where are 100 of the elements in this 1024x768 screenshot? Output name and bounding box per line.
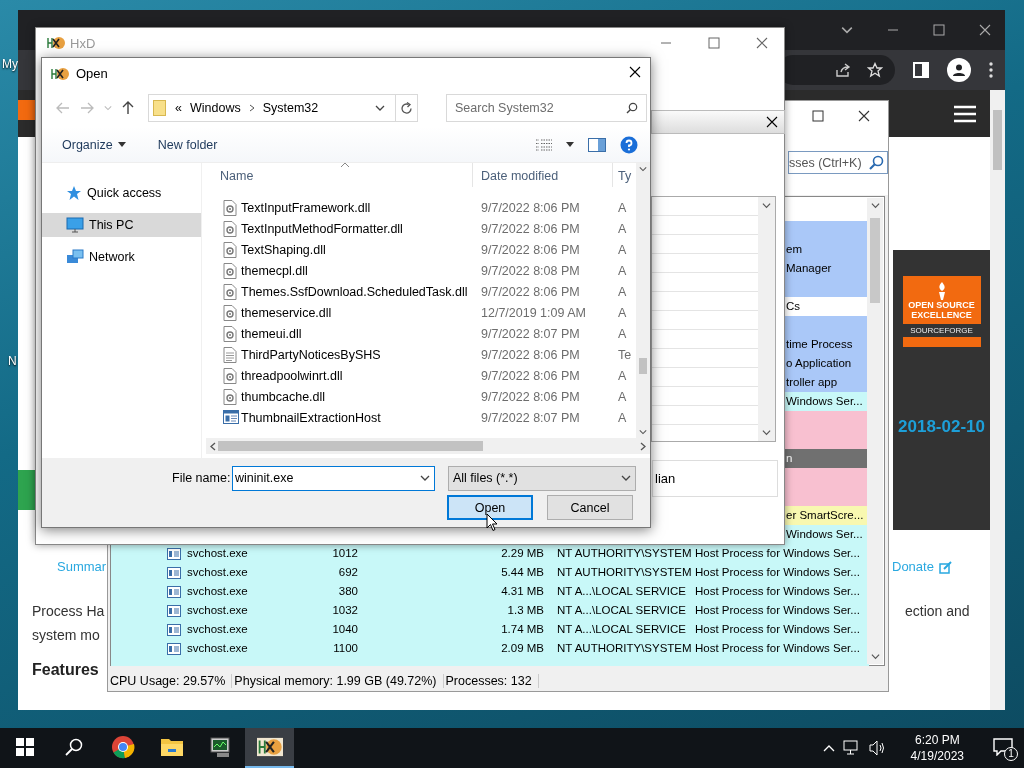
- scroll-up-icon[interactable]: [639, 165, 647, 173]
- scrollbar-thumb[interactable]: [218, 441, 483, 451]
- taskbar-app[interactable]: [245, 728, 294, 768]
- scrollbar-thumb[interactable]: [639, 358, 647, 374]
- column-header[interactable]: Ty: [618, 169, 632, 183]
- process-row[interactable]: Manager: [785, 259, 869, 278]
- file-type-dropdown[interactable]: All files (*.*): [448, 465, 636, 491]
- scrollbar[interactable]: [990, 90, 1005, 710]
- column-header[interactable]: Name: [220, 169, 254, 183]
- toolbar-button[interactable]: New folder: [155, 135, 220, 154]
- process-row[interactable]: svchost.exe 1032 1.3 MB NT A...\LOCAL SERVICE Host Process for Windows Ser...: [111, 601, 869, 620]
- refresh-icon[interactable]: [400, 101, 413, 115]
- file-name-field[interactable]: wininit.exe: [232, 465, 435, 491]
- share-icon[interactable]: [835, 62, 851, 78]
- user-name: NT A...\LOCAL SERVICE: [557, 603, 686, 618]
- maximize-icon[interactable]: [933, 24, 945, 36]
- file-date: 9/7/2022 8:06 PM: [481, 369, 580, 383]
- process-row[interactable]: svchost.exe 692 5.44 MB NT AUTHORITY\SYSTEM Host Process for Windows Ser...: [111, 563, 869, 582]
- history-dropdown-icon[interactable]: [375, 103, 385, 113]
- view-options-icon[interactable]: [536, 138, 552, 151]
- file-row[interactable]: ThumbnailExtractionHost 9/7/2022 8:07 PM A: [206, 408, 635, 429]
- preview-pane-icon[interactable]: [588, 137, 606, 152]
- process-row[interactable]: Windows Ser...: [785, 392, 869, 411]
- file-row[interactable]: ThirdPartyNoticesBySHS 9/7/2022 8:06 PM Te: [206, 345, 635, 366]
- scroll-left-icon[interactable]: [210, 441, 216, 451]
- file-row[interactable]: threadpoolwinrt.dll 9/7/2022 8:06 PM A: [206, 366, 635, 387]
- help-icon[interactable]: [620, 135, 638, 154]
- close-icon[interactable]: [858, 110, 870, 122]
- scroll-up-icon[interactable]: [762, 201, 771, 210]
- dropdown-arrow-icon[interactable]: [566, 142, 574, 147]
- process-row[interactable]: em: [785, 240, 869, 259]
- dll-file-icon: [223, 221, 237, 237]
- maximize-icon[interactable]: [812, 110, 824, 122]
- navigation-item[interactable]: Network: [42, 245, 201, 269]
- file-row[interactable]: thumbcache.dll 9/7/2022 8:06 PM A: [206, 387, 635, 408]
- close-icon[interactable]: [766, 116, 778, 128]
- close-icon[interactable]: [979, 24, 991, 36]
- text-file-icon: [223, 347, 237, 363]
- search-field[interactable]: Search System32: [446, 94, 647, 122]
- volume-icon[interactable]: [868, 740, 887, 756]
- desktop-icon-label[interactable]: My: [2, 57, 18, 71]
- file-type: A: [618, 264, 627, 278]
- path-segment[interactable]: Windows: [189, 101, 241, 115]
- byte-order-field[interactable]: lian: [652, 460, 778, 497]
- file-row[interactable]: themeui.dll 9/7/2022 8:07 PM A: [206, 324, 635, 345]
- chevron-up-icon[interactable]: [822, 744, 835, 752]
- address-bar[interactable]: « Windows System32: [148, 94, 418, 122]
- path-overflow[interactable]: «: [175, 101, 182, 115]
- scroll-down-icon[interactable]: [870, 652, 880, 661]
- column-header[interactable]: Date modified: [481, 169, 559, 183]
- star-icon[interactable]: [867, 62, 883, 78]
- scroll-down-icon[interactable]: [639, 428, 647, 436]
- process-row[interactable]: svchost.exe 380 4.31 MB NT A...\LOCAL SERVICE Host Process for Windows Ser...: [111, 582, 869, 601]
- path-segment[interactable]: System32: [262, 101, 319, 115]
- process-row[interactable]: time Process: [785, 335, 869, 354]
- scroll-down-icon[interactable]: [762, 428, 771, 437]
- file-name: themecpl.dll: [241, 264, 308, 278]
- process-row[interactable]: n: [785, 449, 869, 468]
- search-field[interactable]: sses (Ctrl+K): [788, 151, 888, 174]
- up-arrow-icon[interactable]: [122, 101, 134, 115]
- navigation-item[interactable]: This PC: [42, 213, 201, 237]
- clock[interactable]: 6:20 PM 4/19/2023: [904, 731, 970, 765]
- file-row[interactable]: TextShaping.dll 9/7/2022 8:06 PM A: [206, 240, 635, 261]
- more-menu-icon[interactable]: [989, 62, 993, 78]
- dialog-button[interactable]: Cancel: [547, 495, 633, 520]
- file-row[interactable]: themeservice.dll 12/7/2019 1:09 AM A: [206, 303, 635, 324]
- network-icon[interactable]: [842, 740, 861, 756]
- file-name: Themes.SsfDownload.ScheduledTask.dll: [241, 285, 468, 299]
- network-icon: [66, 249, 84, 265]
- toolbar-button[interactable]: Organize: [60, 135, 128, 154]
- process-row[interactable]: svchost.exe 1040 1.74 MB NT A...\LOCAL SERVICE Host Process for Windows Ser...: [111, 620, 869, 639]
- scrollbar[interactable]: [206, 438, 650, 454]
- process-row[interactable]: svchost.exe 1012 2.29 MB NT AUTHORITY\SYSTEM Host Process for Windows Ser...: [111, 544, 869, 563]
- file-row[interactable]: Themes.SsfDownload.ScheduledTask.dll 9/7/2022 8:06 PM A: [206, 282, 635, 303]
- process-name: svchost.exe: [187, 584, 248, 599]
- scrollbar[interactable]: [867, 198, 883, 664]
- process-icon: [167, 548, 181, 560]
- process-row[interactable]: Windows Ser...: [785, 525, 869, 544]
- menu-icon[interactable]: [954, 104, 976, 123]
- edit-icon[interactable]: [939, 561, 952, 574]
- process-row[interactable]: troller app: [785, 373, 869, 392]
- file-row[interactable]: themecpl.dll 9/7/2022 8:08 PM A: [206, 261, 635, 282]
- tab-search-icon[interactable]: [841, 24, 853, 36]
- process-row[interactable]: o Application: [785, 354, 869, 373]
- close-icon[interactable]: [629, 66, 641, 78]
- desktop-icon-label[interactable]: N: [8, 354, 17, 368]
- profile-avatar[interactable]: [947, 58, 971, 82]
- scroll-right-icon[interactable]: [640, 441, 646, 451]
- process-row[interactable]: svchost.exe 1100 2.09 MB NT AUTHORITY\SYSTEM Host Process for Windows Ser...: [111, 639, 869, 658]
- file-row[interactable]: TextInputMethodFormatter.dll 9/7/2022 8:06 PM A: [206, 219, 635, 240]
- process-row[interactable]: er SmartScre...: [785, 506, 869, 525]
- navigation-item[interactable]: Quick access: [42, 181, 201, 205]
- scroll-up-icon[interactable]: [870, 201, 880, 210]
- file-row[interactable]: TextInputFramework.dll 9/7/2022 8:06 PM A: [206, 198, 635, 219]
- dialog-button[interactable]: Open: [447, 495, 533, 520]
- scrollbar-thumb[interactable]: [870, 218, 880, 303]
- folder-icon: [153, 100, 167, 116]
- maximize-icon[interactable]: [708, 37, 720, 49]
- scrollbar[interactable]: [636, 163, 650, 438]
- side-panel-icon[interactable]: [913, 62, 929, 78]
